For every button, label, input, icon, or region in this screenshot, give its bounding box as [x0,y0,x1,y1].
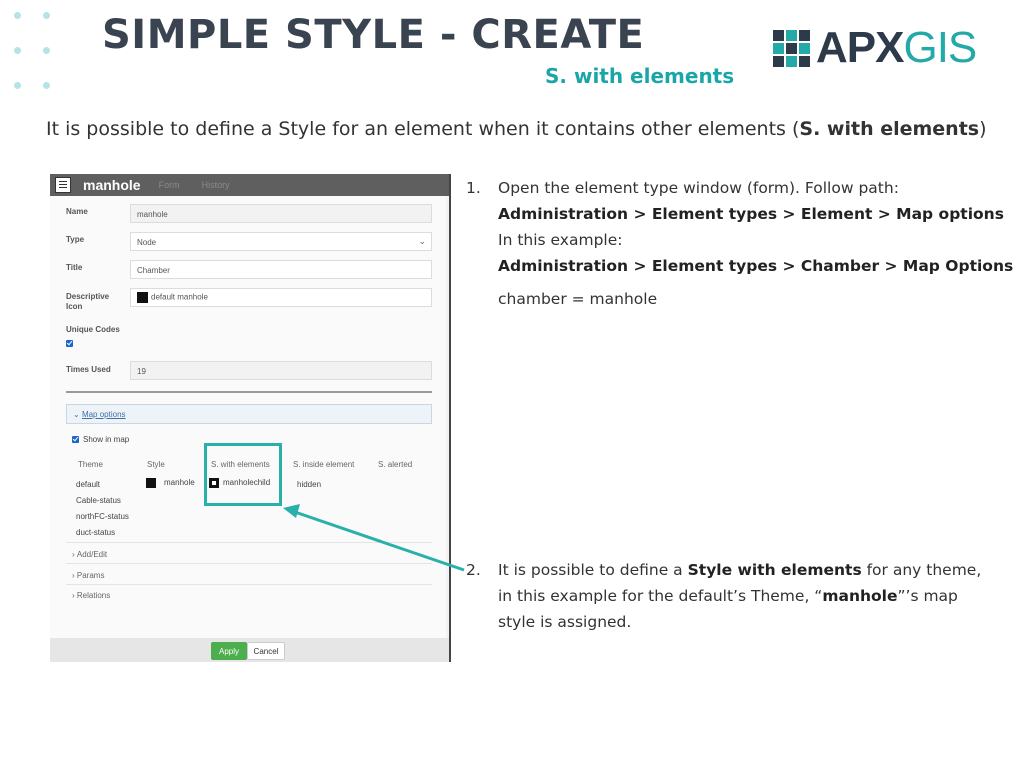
slide-title: SIMPLE STYLE - CREATE [102,12,645,58]
row-inside-hidden[interactable]: hidden [297,480,321,489]
unique-codes-label: Unique Codes [66,325,120,334]
icon-label-line2: Icon [66,302,83,311]
col-theme: Theme [78,460,103,469]
times-used-field: 19 [130,361,432,380]
slide-subtitle: S. with elements [545,64,735,88]
icon-swatch [137,292,148,303]
window-header: manhole Form History [50,174,449,196]
step-2: 2. It is possible to define a Style with… [466,557,981,635]
row-theme-default: default [76,480,101,489]
step-1-line1: Open the element type window (form). Fol… [498,179,899,197]
type-label: Type [66,235,85,244]
apxgis-logo: APXGIS [773,23,977,72]
intro-text: It is possible to define a Style for an … [46,118,987,140]
divider [66,391,432,393]
step-1: 1. Open the element type window (form). … [466,175,1014,312]
cancel-button[interactable]: Cancel [247,642,285,660]
element-type-window: manhole Form History Name manhole Type N… [50,174,451,662]
decor-dot [43,12,50,19]
separator [66,563,432,564]
chevron-down-icon: ⌄ [73,410,82,419]
icon-field[interactable]: default manhole [130,288,432,307]
step-1-line5: chamber = manhole [498,290,658,308]
map-options-header[interactable]: ⌄ Map options [66,404,432,424]
step-1-path-generic: Administration > Element types > Element… [498,205,1004,223]
name-field[interactable]: manhole [130,204,432,223]
step-2-bold: Style with elements [687,561,862,579]
col-style: Style [147,460,165,469]
row-theme-northfc: northFC-status [76,512,129,521]
style-swatch [146,478,156,488]
decor-dot [43,47,50,54]
row-style-manhole[interactable]: manhole [146,478,195,488]
tab-form[interactable]: Form [159,180,180,190]
icon-label-line1: Descriptive [66,292,110,301]
step-1-number: 1. [466,179,481,197]
tab-history[interactable]: History [202,180,230,190]
decor-dot [43,82,50,89]
step-2-bold-manhole: manhole [822,587,898,605]
show-in-map-label: Show in map [83,435,130,444]
show-in-map-checkbox[interactable] [72,436,79,443]
decor-dot [14,82,21,89]
type-select[interactable]: Node ⌄ [130,232,432,251]
separator [66,584,432,585]
step-2-line3: style is assigned. [498,613,632,631]
decor-dot [14,12,21,19]
element-form: Name manhole Type Node ⌄ Title Chamber De… [50,196,446,642]
col-inside-element: S. inside element [293,460,355,469]
step-1-line3: In this example: [498,231,623,249]
logo-apx: APX [816,23,904,72]
chevron-down-icon: ⌄ [418,236,426,246]
title-field[interactable]: Chamber [130,260,432,279]
form-list-icon[interactable] [55,177,71,193]
window-title: manhole [83,177,141,193]
times-used-label: Times Used [66,365,111,374]
step-1-path-example: Administration > Element types > Chamber… [498,257,1014,275]
accordion-params[interactable]: › Params [72,571,104,580]
logo-grid-icon [773,29,810,67]
apply-button[interactable]: Apply [211,642,247,660]
separator [66,542,432,543]
accordion-relations[interactable]: › Relations [72,591,110,600]
name-label: Name [66,207,88,216]
unique-codes-checkbox[interactable] [66,340,73,347]
row-theme-cable: Cable-status [76,496,121,505]
decor-dot [14,47,21,54]
accordion-add-edit[interactable]: › Add/Edit [72,550,107,559]
window-footer: Apply Cancel [50,638,449,662]
highlight-box [204,443,282,506]
row-theme-duct: duct-status [76,528,116,537]
col-alerted: S. alerted [378,460,413,469]
logo-gis: GIS [903,23,977,72]
step-2-number: 2. [466,561,481,579]
title-label: Title [66,263,83,272]
intro-bold: S. with elements [799,118,980,140]
